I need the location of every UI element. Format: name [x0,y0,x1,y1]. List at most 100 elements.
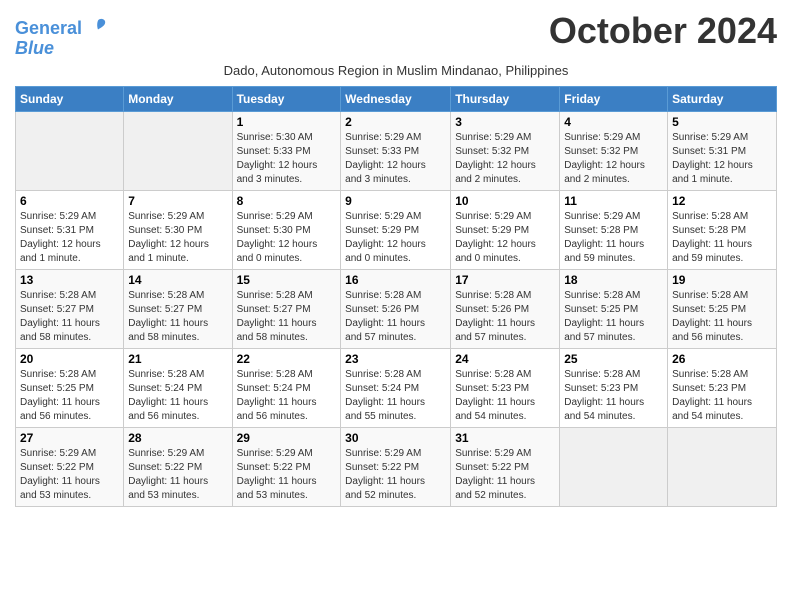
calendar-cell: 19 Sunrise: 5:28 AMSunset: 5:25 PMDayligh… [668,269,777,348]
day-number: 2 [345,115,446,129]
calendar-cell [16,111,124,190]
day-info: Sunrise: 5:29 AMSunset: 5:32 PMDaylight:… [455,131,555,187]
calendar-cell: 20 Sunrise: 5:28 AMSunset: 5:25 PMDayligh… [16,348,124,427]
header-friday: Friday [560,86,668,111]
day-info: Sunrise: 5:28 AMSunset: 5:24 PMDaylight:… [237,368,337,424]
day-info: Sunrise: 5:29 AMSunset: 5:28 PMDaylight:… [564,210,663,266]
day-number: 30 [345,431,446,445]
calendar-cell: 17 Sunrise: 5:28 AMSunset: 5:26 PMDayligh… [451,269,560,348]
calendar-cell: 4Sunrise: 5:29 AMSunset: 5:32 PMDaylight… [560,111,668,190]
day-number: 20 [20,352,119,366]
header-wednesday: Wednesday [341,86,451,111]
day-info: Sunrise: 5:28 AMSunset: 5:26 PMDaylight:… [455,289,555,345]
calendar-cell: 12Sunrise: 5:28 AMSunset: 5:28 PMDayligh… [668,190,777,269]
calendar-cell [560,427,668,506]
calendar-cell: 3 Sunrise: 5:29 AMSunset: 5:32 PMDaylight… [451,111,560,190]
day-number: 16 [345,273,446,287]
day-number: 23 [345,352,446,366]
header-monday: Monday [124,86,232,111]
calendar-cell: 2 Sunrise: 5:29 AMSunset: 5:33 PMDaylight… [341,111,451,190]
day-info: Sunrise: 5:28 AMSunset: 5:23 PMDaylight:… [455,368,555,424]
day-number: 14 [128,273,227,287]
calendar-cell: 9 Sunrise: 5:29 AMSunset: 5:29 PMDaylight… [341,190,451,269]
calendar-header-row: SundayMondayTuesdayWednesdayThursdayFrid… [16,86,777,111]
logo: General Blue [15,16,107,59]
calendar-week-row: 6Sunrise: 5:29 AMSunset: 5:31 PMDaylight… [16,190,777,269]
calendar-cell: 24 Sunrise: 5:28 AMSunset: 5:23 PMDayligh… [451,348,560,427]
day-info: Sunrise: 5:28 AMSunset: 5:25 PMDaylight:… [672,289,772,345]
day-number: 5 [672,115,772,129]
calendar-cell: 6Sunrise: 5:29 AMSunset: 5:31 PMDaylight… [16,190,124,269]
month-title: October 2024 [549,10,777,52]
calendar-cell: 21Sunrise: 5:28 AMSunset: 5:24 PMDayligh… [124,348,232,427]
day-number: 12 [672,194,772,208]
calendar-cell: 1 Sunrise: 5:30 AMSunset: 5:33 PMDaylight… [232,111,341,190]
calendar-cell: 27 Sunrise: 5:29 AMSunset: 5:22 PMDayligh… [16,427,124,506]
day-number: 26 [672,352,772,366]
calendar-cell: 16 Sunrise: 5:28 AMSunset: 5:26 PMDayligh… [341,269,451,348]
page-subtitle: Dado, Autonomous Region in Muslim Mindan… [15,63,777,78]
calendar-table: SundayMondayTuesdayWednesdayThursdayFrid… [15,86,777,507]
calendar-cell: 11Sunrise: 5:29 AMSunset: 5:28 PMDayligh… [560,190,668,269]
day-number: 7 [128,194,227,208]
day-info: Sunrise: 5:30 AMSunset: 5:33 PMDaylight:… [237,131,337,187]
calendar-cell: 15 Sunrise: 5:28 AMSunset: 5:27 PMDayligh… [232,269,341,348]
day-info: Sunrise: 5:28 AMSunset: 5:27 PMDaylight:… [20,289,119,345]
logo-general: General [15,18,82,38]
day-info: Sunrise: 5:28 AMSunset: 5:25 PMDaylight:… [20,368,119,424]
day-number: 19 [672,273,772,287]
day-info: Sunrise: 5:28 AMSunset: 5:26 PMDaylight:… [345,289,446,345]
day-info: Sunrise: 5:28 AMSunset: 5:27 PMDaylight:… [128,289,227,345]
day-info: Sunrise: 5:28 AMSunset: 5:27 PMDaylight:… [237,289,337,345]
header-saturday: Saturday [668,86,777,111]
header-sunday: Sunday [16,86,124,111]
logo-bird-icon [89,16,107,34]
calendar-week-row: 20 Sunrise: 5:28 AMSunset: 5:25 PMDayligh… [16,348,777,427]
header-tuesday: Tuesday [232,86,341,111]
day-number: 15 [237,273,337,287]
day-number: 29 [237,431,337,445]
day-number: 9 [345,194,446,208]
day-number: 8 [237,194,337,208]
day-info: Sunrise: 5:29 AMSunset: 5:29 PMDaylight:… [345,210,446,266]
calendar-cell: 7Sunrise: 5:29 AMSunset: 5:30 PMDaylight… [124,190,232,269]
calendar-cell: 22 Sunrise: 5:28 AMSunset: 5:24 PMDayligh… [232,348,341,427]
calendar-cell: 10Sunrise: 5:29 AMSunset: 5:29 PMDayligh… [451,190,560,269]
calendar-cell: 29 Sunrise: 5:29 AMSunset: 5:22 PMDayligh… [232,427,341,506]
day-info: Sunrise: 5:29 AMSunset: 5:22 PMDaylight:… [237,447,337,503]
day-number: 6 [20,194,119,208]
day-number: 17 [455,273,555,287]
calendar-cell [668,427,777,506]
day-info: Sunrise: 5:29 AMSunset: 5:31 PMDaylight:… [672,131,772,187]
day-number: 13 [20,273,119,287]
calendar-cell: 13 Sunrise: 5:28 AMSunset: 5:27 PMDayligh… [16,269,124,348]
day-info: Sunrise: 5:29 AMSunset: 5:33 PMDaylight:… [345,131,446,187]
day-info: Sunrise: 5:29 AMSunset: 5:22 PMDaylight:… [455,447,555,503]
day-number: 31 [455,431,555,445]
day-number: 10 [455,194,555,208]
calendar-week-row: 13 Sunrise: 5:28 AMSunset: 5:27 PMDayligh… [16,269,777,348]
day-number: 1 [237,115,337,129]
calendar-cell [124,111,232,190]
day-info: Sunrise: 5:28 AMSunset: 5:24 PMDaylight:… [345,368,446,424]
day-number: 25 [564,352,663,366]
day-number: 18 [564,273,663,287]
day-info: Sunrise: 5:29 AMSunset: 5:22 PMDaylight:… [20,447,119,503]
page-header: General Blue October 2024 [15,10,777,59]
day-number: 27 [20,431,119,445]
calendar-cell: 25 Sunrise: 5:28 AMSunset: 5:23 PMDayligh… [560,348,668,427]
day-number: 28 [128,431,227,445]
day-info: Sunrise: 5:29 AMSunset: 5:22 PMDaylight:… [128,447,227,503]
day-number: 24 [455,352,555,366]
day-info: Sunrise: 5:28 AMSunset: 5:23 PMDaylight:… [564,368,663,424]
calendar-week-row: 1 Sunrise: 5:30 AMSunset: 5:33 PMDaylight… [16,111,777,190]
day-number: 22 [237,352,337,366]
calendar-cell: 26Sunrise: 5:28 AMSunset: 5:23 PMDayligh… [668,348,777,427]
day-info: Sunrise: 5:28 AMSunset: 5:24 PMDaylight:… [128,368,227,424]
day-number: 3 [455,115,555,129]
header-thursday: Thursday [451,86,560,111]
day-number: 4 [564,115,663,129]
calendar-cell: 14 Sunrise: 5:28 AMSunset: 5:27 PMDayligh… [124,269,232,348]
day-info: Sunrise: 5:29 AMSunset: 5:22 PMDaylight:… [345,447,446,503]
calendar-cell: 30 Sunrise: 5:29 AMSunset: 5:22 PMDayligh… [341,427,451,506]
